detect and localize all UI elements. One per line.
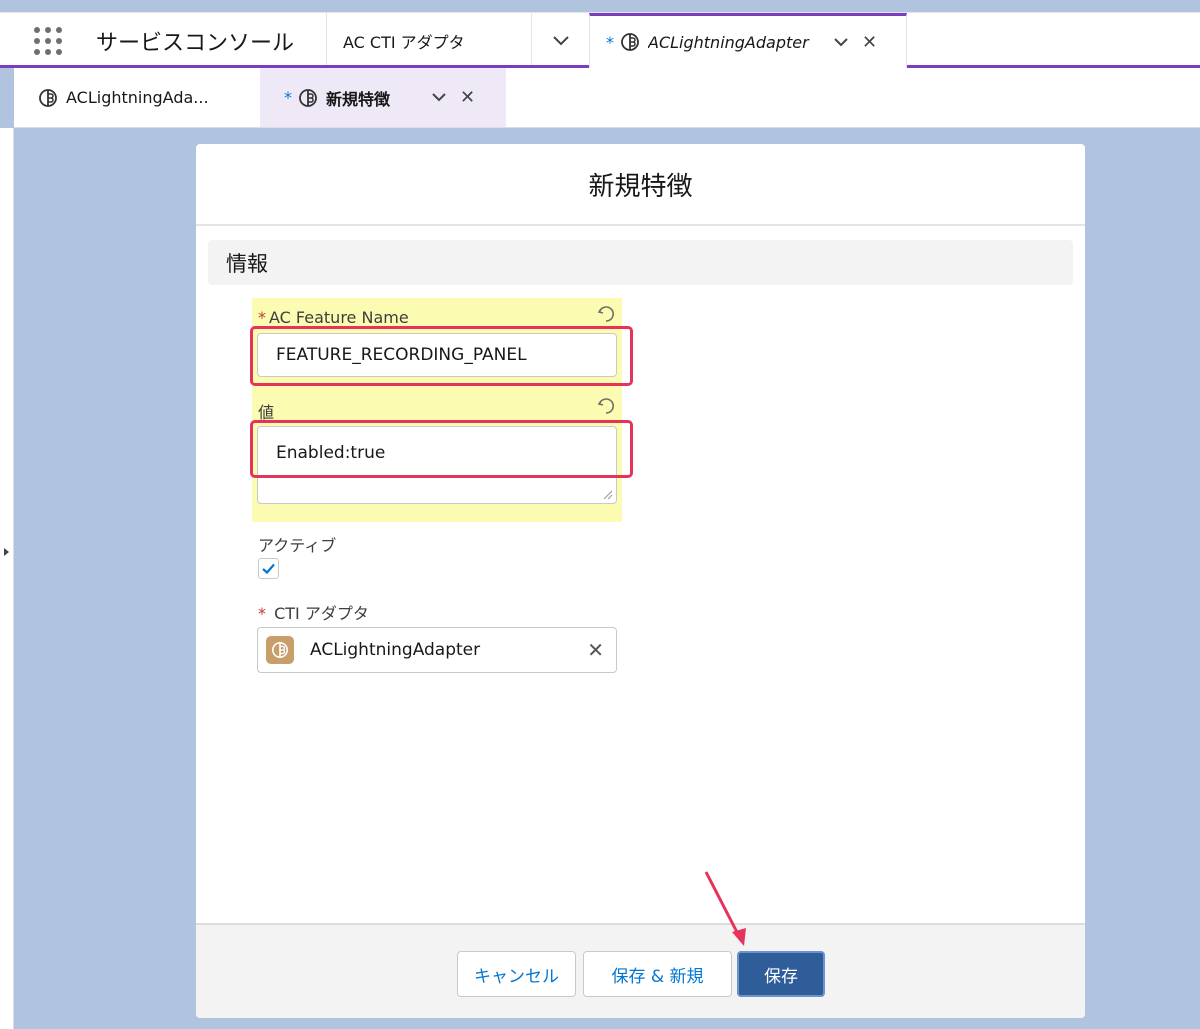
chevron-down-icon xyxy=(552,35,569,45)
undo-icon[interactable] xyxy=(596,396,616,416)
utility-sidebar xyxy=(0,128,14,1029)
clear-icon[interactable]: ✕ xyxy=(587,638,604,662)
undo-icon[interactable] xyxy=(596,304,616,324)
close-subtab-icon[interactable]: ✕ xyxy=(460,87,475,108)
adapter-icon xyxy=(620,32,640,52)
lookup-value: ACLightningAdapter xyxy=(310,640,481,660)
unsaved-indicator: * xyxy=(284,88,292,107)
subtab-label: 新規特徴 xyxy=(326,89,391,109)
tab-ac-cti-adapter[interactable]: AC CTI アダプタ xyxy=(326,13,531,68)
unsaved-indicator: * xyxy=(606,32,614,52)
annotation-box xyxy=(250,326,633,386)
cti-adapter-lookup[interactable]: ACLightningAdapter ✕ xyxy=(257,627,617,673)
app-name: サービスコンソール xyxy=(96,30,295,56)
resize-handle-icon[interactable] xyxy=(603,490,613,500)
subtab-label: ACLightningAda... xyxy=(66,88,209,107)
adapter-icon xyxy=(266,636,294,664)
subtab-bar: ACLightningAda... * 新規特徴 ✕ xyxy=(14,68,1200,128)
modal-title: 新規特徴 xyxy=(196,144,1085,226)
tab-label: AC CTI アダプタ xyxy=(343,32,465,52)
chevron-down-icon[interactable] xyxy=(834,37,848,47)
active-checkbox[interactable] xyxy=(258,558,279,579)
global-nav: サービスコンソール AC CTI アダプタ * ACLightningAdapt… xyxy=(0,12,1200,68)
modal-footer: キャンセル 保存 & 新規 保存 xyxy=(196,923,1085,1018)
annotation-arrow-icon xyxy=(704,871,746,946)
section-header-info[interactable]: 情報 xyxy=(208,240,1073,285)
checkmark-icon xyxy=(262,563,275,574)
feature-name-label: * AC Feature Name xyxy=(258,308,409,327)
tab-dropdown-button[interactable] xyxy=(531,13,589,68)
cti-adapter-label: * CTI アダプタ xyxy=(258,604,369,623)
waffle-icon xyxy=(34,26,62,55)
adapter-icon xyxy=(298,88,318,108)
save-and-new-button[interactable]: 保存 & 新規 xyxy=(583,951,732,997)
annotation-box xyxy=(250,420,633,478)
subtab-aclightningadapter[interactable]: ACLightningAda... xyxy=(14,68,260,127)
tab-aclightningadapter[interactable]: * ACLightningAdapter ✕ xyxy=(589,13,907,68)
cancel-button[interactable]: キャンセル xyxy=(457,951,576,997)
active-label: アクティブ xyxy=(258,536,337,555)
expand-arrow-icon[interactable] xyxy=(4,548,9,556)
subtab-new-feature[interactable]: * 新規特徴 ✕ xyxy=(260,68,506,127)
close-tab-icon[interactable]: ✕ xyxy=(862,32,877,53)
adapter-icon xyxy=(38,88,58,108)
chevron-down-icon[interactable] xyxy=(432,93,446,102)
save-button[interactable]: 保存 xyxy=(737,951,825,997)
app-launcher-button[interactable] xyxy=(0,13,96,68)
tab-label: ACLightningAdapter xyxy=(648,32,809,52)
new-feature-modal: 新規特徴 情報 * AC Feature Name FEATURE_RECORDI… xyxy=(196,144,1085,1018)
